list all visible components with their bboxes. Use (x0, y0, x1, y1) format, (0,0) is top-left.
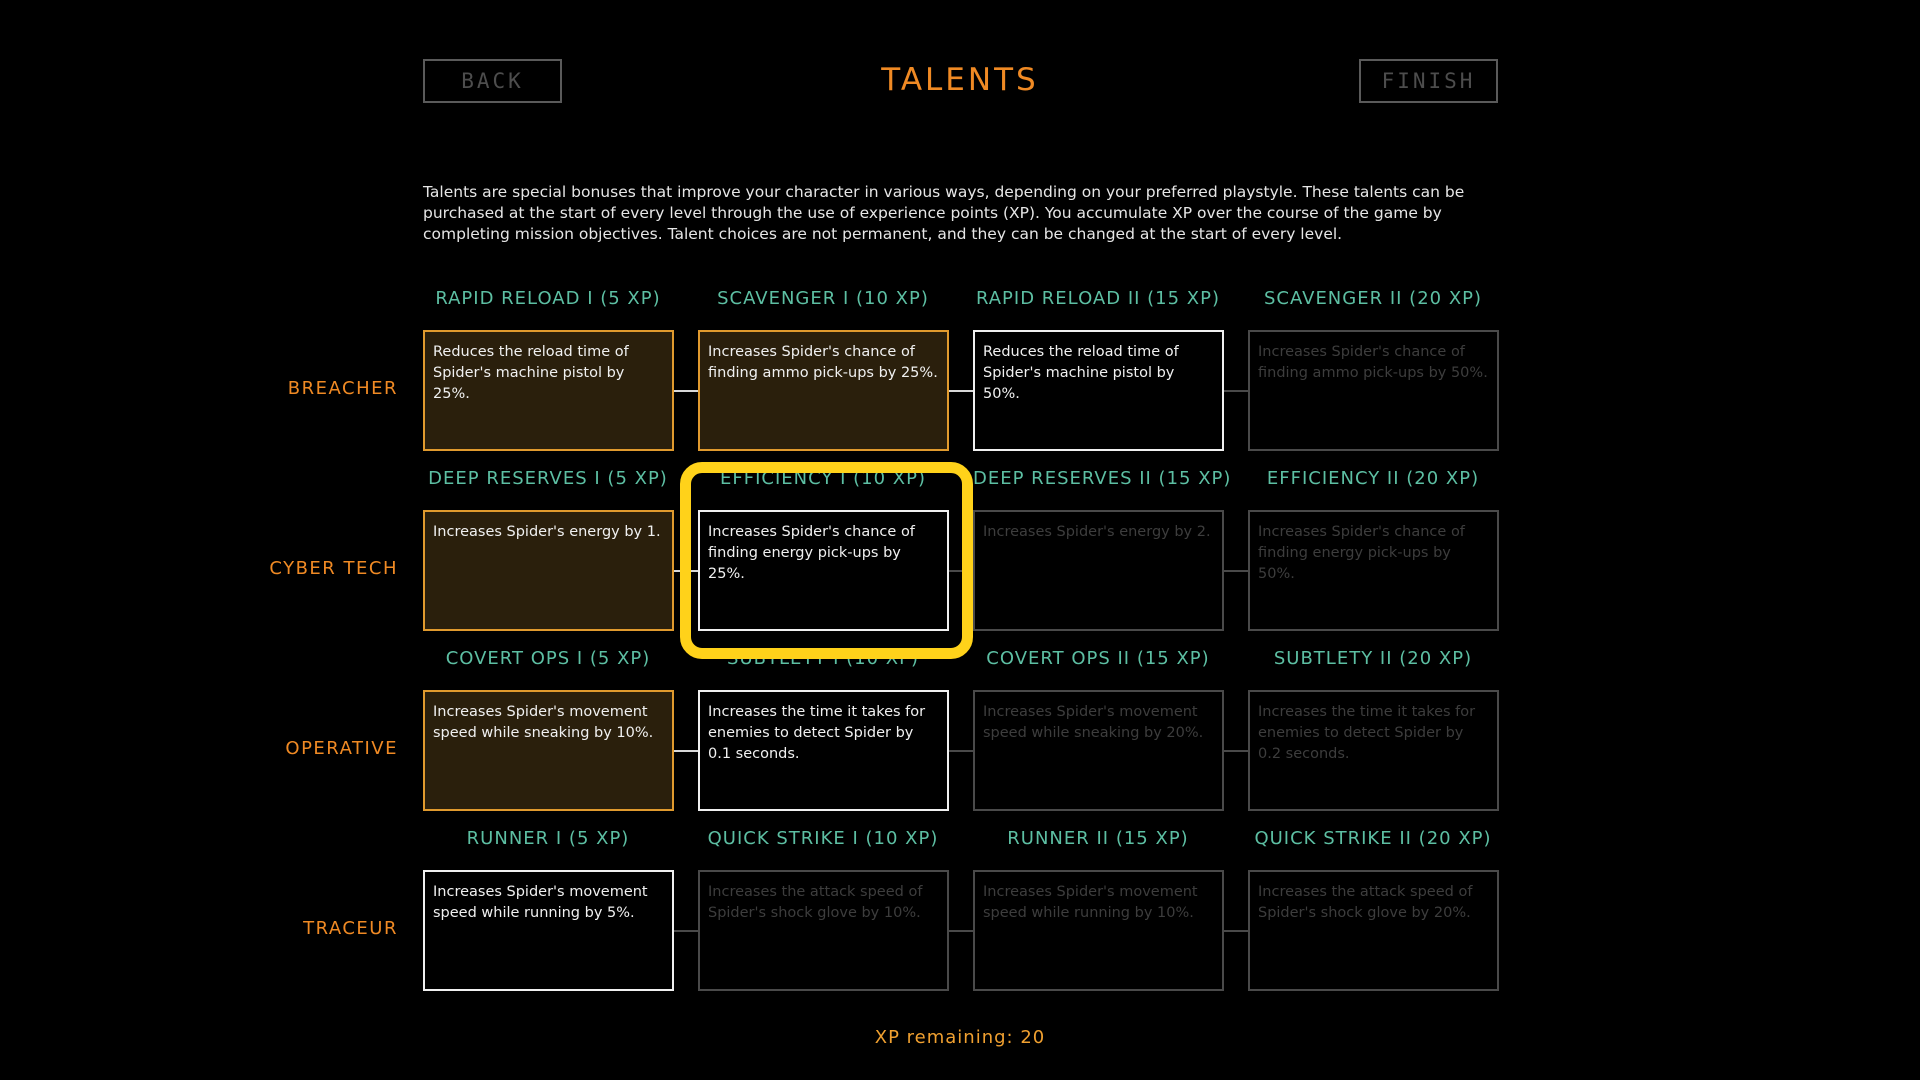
talent-name: SCAVENGER I (10 XP) (717, 288, 929, 309)
tier-connector (949, 750, 973, 752)
talent-card-scavenger-ii-ii[interactable]: Increases Spider's chance of finding amm… (1248, 330, 1499, 451)
talent-card-efficiency-i-i[interactable]: Increases Spider's chance of finding ene… (698, 510, 949, 631)
talent-card-scavenger-i-i[interactable]: Increases Spider's chance of finding amm… (698, 330, 949, 451)
talent-description: Increases Spider's chance of finding amm… (708, 344, 938, 381)
talent-description: Increases Spider's movement speed while … (983, 884, 1198, 921)
tier-connector (674, 570, 698, 572)
finish-button[interactable]: FINISH (1359, 59, 1498, 103)
talent-description: Increases Spider's movement speed while … (433, 884, 648, 921)
talent-description: Increases Spider's movement speed while … (433, 704, 654, 741)
talent-name: SUBTLETY II (20 XP) (1273, 648, 1473, 669)
talent-name: EFFICIENCY II (20 XP) (1266, 468, 1480, 489)
talent-description: Increases the attack speed of Spider's s… (708, 884, 923, 921)
row-label-cyber-tech: CYBER TECH (269, 558, 398, 579)
talent-description: Increases Spider's chance of finding ene… (1258, 524, 1465, 582)
tier-connector (674, 930, 698, 932)
talent-description: Reduces the reload time of Spider's mach… (433, 344, 629, 402)
talent-card-runner-i-i[interactable]: Increases Spider's movement speed while … (423, 870, 674, 991)
talent-name: RAPID RELOAD II (15 XP) (975, 288, 1221, 309)
talent-name: QUICK STRIKE II (20 XP) (1254, 828, 1492, 849)
talent-card-subtlety-i-i[interactable]: Increases the time it takes for enemies … (698, 690, 949, 811)
back-button[interactable]: BACK (423, 59, 562, 103)
tier-connector (674, 390, 698, 392)
talent-description: Increases Spider's energy by 2. (983, 524, 1211, 540)
intro-text: Talents are special bonuses that improve… (423, 183, 1465, 243)
talent-name: RUNNER I (5 XP) (466, 828, 630, 849)
tier-connector (949, 930, 973, 932)
talent-name: RAPID RELOAD I (5 XP) (435, 288, 661, 309)
talent-description: Increases the time it takes for enemies … (1258, 704, 1476, 762)
tier-connector (674, 750, 698, 752)
talent-name: DEEP RESERVES II (15 XP) (973, 468, 1232, 489)
tier-connector (1224, 930, 1248, 932)
talent-card-rapid-reload-ii-ii[interactable]: Reduces the reload time of Spider's mach… (973, 330, 1224, 451)
talent-card-covert-ops-i-i[interactable]: Increases Spider's movement speed while … (423, 690, 674, 811)
talent-description: Increases the attack speed of Spider's s… (1258, 884, 1473, 921)
tier-connector (949, 570, 973, 572)
talent-name: SCAVENGER II (20 XP) (1263, 288, 1483, 309)
talent-card-deep-reserves-i-i[interactable]: Increases Spider's energy by 1. (423, 510, 674, 631)
talent-card-quick-strike-ii-ii[interactable]: Increases the attack speed of Spider's s… (1248, 870, 1499, 991)
talent-card-efficiency-ii-ii[interactable]: Increases Spider's chance of finding ene… (1248, 510, 1499, 631)
row-label-traceur: TRACEUR (303, 918, 398, 939)
tier-connector (1224, 750, 1248, 752)
talent-description: Reduces the reload time of Spider's mach… (983, 344, 1179, 402)
talent-card-covert-ops-ii-ii[interactable]: Increases Spider's movement speed while … (973, 690, 1224, 811)
talent-name: COVERT OPS I (5 XP) (445, 648, 651, 669)
row-label-breacher: BREACHER (287, 378, 398, 399)
talent-description: Increases Spider's chance of finding ene… (708, 524, 915, 582)
talent-name: SUBTLETY I (10 XP) (727, 648, 919, 669)
xp-remaining: XP remaining: 20 (874, 1027, 1046, 1048)
talent-name: EFFICIENCY I (10 XP) (720, 468, 926, 489)
talent-card-quick-strike-i-i[interactable]: Increases the attack speed of Spider's s… (698, 870, 949, 991)
talent-card-runner-ii-ii[interactable]: Increases Spider's movement speed while … (973, 870, 1224, 991)
talent-description: Increases Spider's movement speed while … (983, 704, 1204, 741)
page-title: TALENTS (881, 62, 1039, 98)
talent-description: Increases Spider's chance of finding amm… (1258, 344, 1488, 381)
talent-description: Increases Spider's energy by 1. (433, 524, 661, 540)
talent-description: Increases the time it takes for enemies … (708, 704, 926, 762)
talent-card-rapid-reload-i-i[interactable]: Reduces the reload time of Spider's mach… (423, 330, 674, 451)
talent-name: RUNNER II (15 XP) (1007, 828, 1189, 849)
tier-connector (1224, 390, 1248, 392)
tier-connector (949, 390, 973, 392)
talent-name: DEEP RESERVES I (5 XP) (428, 468, 668, 489)
talent-card-subtlety-ii-ii[interactable]: Increases the time it takes for enemies … (1248, 690, 1499, 811)
row-label-operative: OPERATIVE (285, 738, 398, 759)
talent-card-deep-reserves-ii-ii[interactable]: Increases Spider's energy by 2. (973, 510, 1224, 631)
tier-connector (1224, 570, 1248, 572)
talent-name: COVERT OPS II (15 XP) (986, 648, 1210, 669)
talent-name: QUICK STRIKE I (10 XP) (707, 828, 939, 849)
